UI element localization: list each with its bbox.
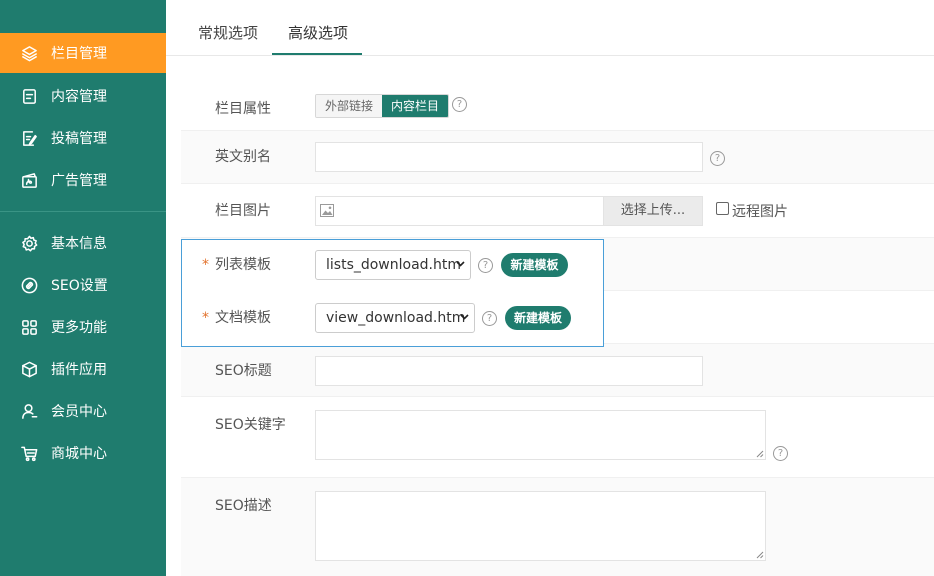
sidebar-item-plugins[interactable]: 插件应用 [0, 349, 166, 389]
seo-description-label: SEO描述 [215, 498, 272, 514]
seo-keywords-label: SEO关键字 [215, 417, 286, 433]
gear-icon [19, 233, 39, 253]
sidebar-item-label: 广告管理 [51, 173, 107, 189]
remote-image-label: 远程图片 [732, 204, 788, 220]
edit-icon [19, 128, 39, 148]
sidebar-item-label: 更多功能 [51, 320, 107, 336]
chevron-down-icon [456, 261, 465, 267]
option-external-link[interactable]: 外部链接 [316, 95, 383, 117]
new-doc-template-button[interactable]: 新建模板 [505, 306, 571, 330]
remote-image-checkbox[interactable] [716, 202, 729, 215]
list-template-label: * 列表模板 [202, 254, 271, 274]
sidebar-divider [0, 211, 166, 212]
doc-template-value: view_download.htm [326, 310, 466, 326]
list-template-label-text: 列表模板 [215, 257, 271, 273]
required-mark: * [202, 257, 209, 273]
attr-label: 栏目属性 [215, 101, 271, 117]
form-row-attr [181, 79, 934, 131]
alias-label: 英文别名 [215, 149, 271, 165]
seo-icon [19, 275, 39, 295]
sidebar-item-column-management[interactable]: 栏目管理 [0, 33, 166, 73]
resize-handle-icon[interactable] [756, 450, 764, 458]
seo-keywords-textarea[interactable] [315, 410, 766, 460]
grid-icon [19, 317, 39, 337]
doc-template-label: * 文档模板 [202, 307, 271, 327]
sidebar-item-basic-info[interactable]: 基本信息 [0, 223, 166, 263]
app-window: 栏目管理 内容管理 投稿管理 广告管理 基本信息 SEO设置 更多功能 插件应用… [0, 0, 934, 576]
required-mark: * [202, 310, 209, 326]
sidebar-item-submission-management[interactable]: 投稿管理 [0, 118, 166, 158]
help-icon[interactable]: ? [710, 151, 725, 166]
alias-input[interactable] [315, 142, 703, 172]
sidebar-item-member-center[interactable]: 会员中心 [0, 391, 166, 431]
tab-general-options[interactable]: 常规选项 [198, 22, 258, 43]
option-content-column[interactable]: 内容栏目 [382, 95, 449, 117]
cube-icon [19, 359, 39, 379]
sidebar-item-label: 基本信息 [51, 236, 107, 252]
upload-button[interactable]: 选择上传... [603, 196, 703, 226]
resize-handle-icon[interactable] [756, 551, 764, 559]
sidebar-item-seo-settings[interactable]: SEO设置 [0, 265, 166, 305]
sidebar-item-label: 投稿管理 [51, 131, 107, 147]
sidebar-item-label: 栏目管理 [51, 46, 107, 62]
list-template-select[interactable]: lists_download.htm [315, 250, 471, 280]
chevron-down-icon [460, 314, 469, 320]
help-icon[interactable]: ? [482, 311, 497, 326]
active-tab-indicator [272, 53, 362, 55]
sidebar: 栏目管理 内容管理 投稿管理 广告管理 基本信息 SEO设置 更多功能 插件应用… [0, 0, 166, 576]
new-list-template-button[interactable]: 新建模板 [501, 253, 568, 277]
help-icon[interactable]: ? [773, 446, 788, 461]
user-icon [19, 401, 39, 421]
sidebar-item-label: 内容管理 [51, 89, 107, 105]
sidebar-item-shop-center[interactable]: 商城中心 [0, 433, 166, 473]
image-icon [320, 204, 334, 217]
layers-icon [19, 43, 39, 63]
tab-advanced-options[interactable]: 高级选项 [288, 22, 348, 43]
doc-template-label-text: 文档模板 [215, 310, 271, 326]
sidebar-item-label: 商城中心 [51, 446, 107, 462]
seo-description-textarea[interactable] [315, 491, 766, 561]
document-icon [19, 86, 39, 106]
sidebar-item-label: SEO设置 [51, 278, 108, 294]
sidebar-item-more-features[interactable]: 更多功能 [0, 307, 166, 347]
attr-switch: 外部链接 内容栏目 [315, 94, 450, 118]
ad-icon [19, 170, 39, 190]
doc-template-select[interactable]: view_download.htm [315, 303, 475, 333]
sidebar-item-label: 插件应用 [51, 362, 107, 378]
help-icon[interactable]: ? [452, 97, 467, 112]
sidebar-item-ad-management[interactable]: 广告管理 [0, 160, 166, 200]
tab-bar [166, 0, 934, 56]
list-template-value: lists_download.htm [326, 257, 462, 273]
seo-title-input[interactable] [315, 356, 703, 386]
image-label: 栏目图片 [215, 203, 271, 219]
seo-title-label: SEO标题 [215, 363, 272, 379]
sidebar-item-content-management[interactable]: 内容管理 [0, 76, 166, 116]
sidebar-item-label: 会员中心 [51, 404, 107, 420]
help-icon[interactable]: ? [478, 258, 493, 273]
cart-icon [19, 443, 39, 463]
